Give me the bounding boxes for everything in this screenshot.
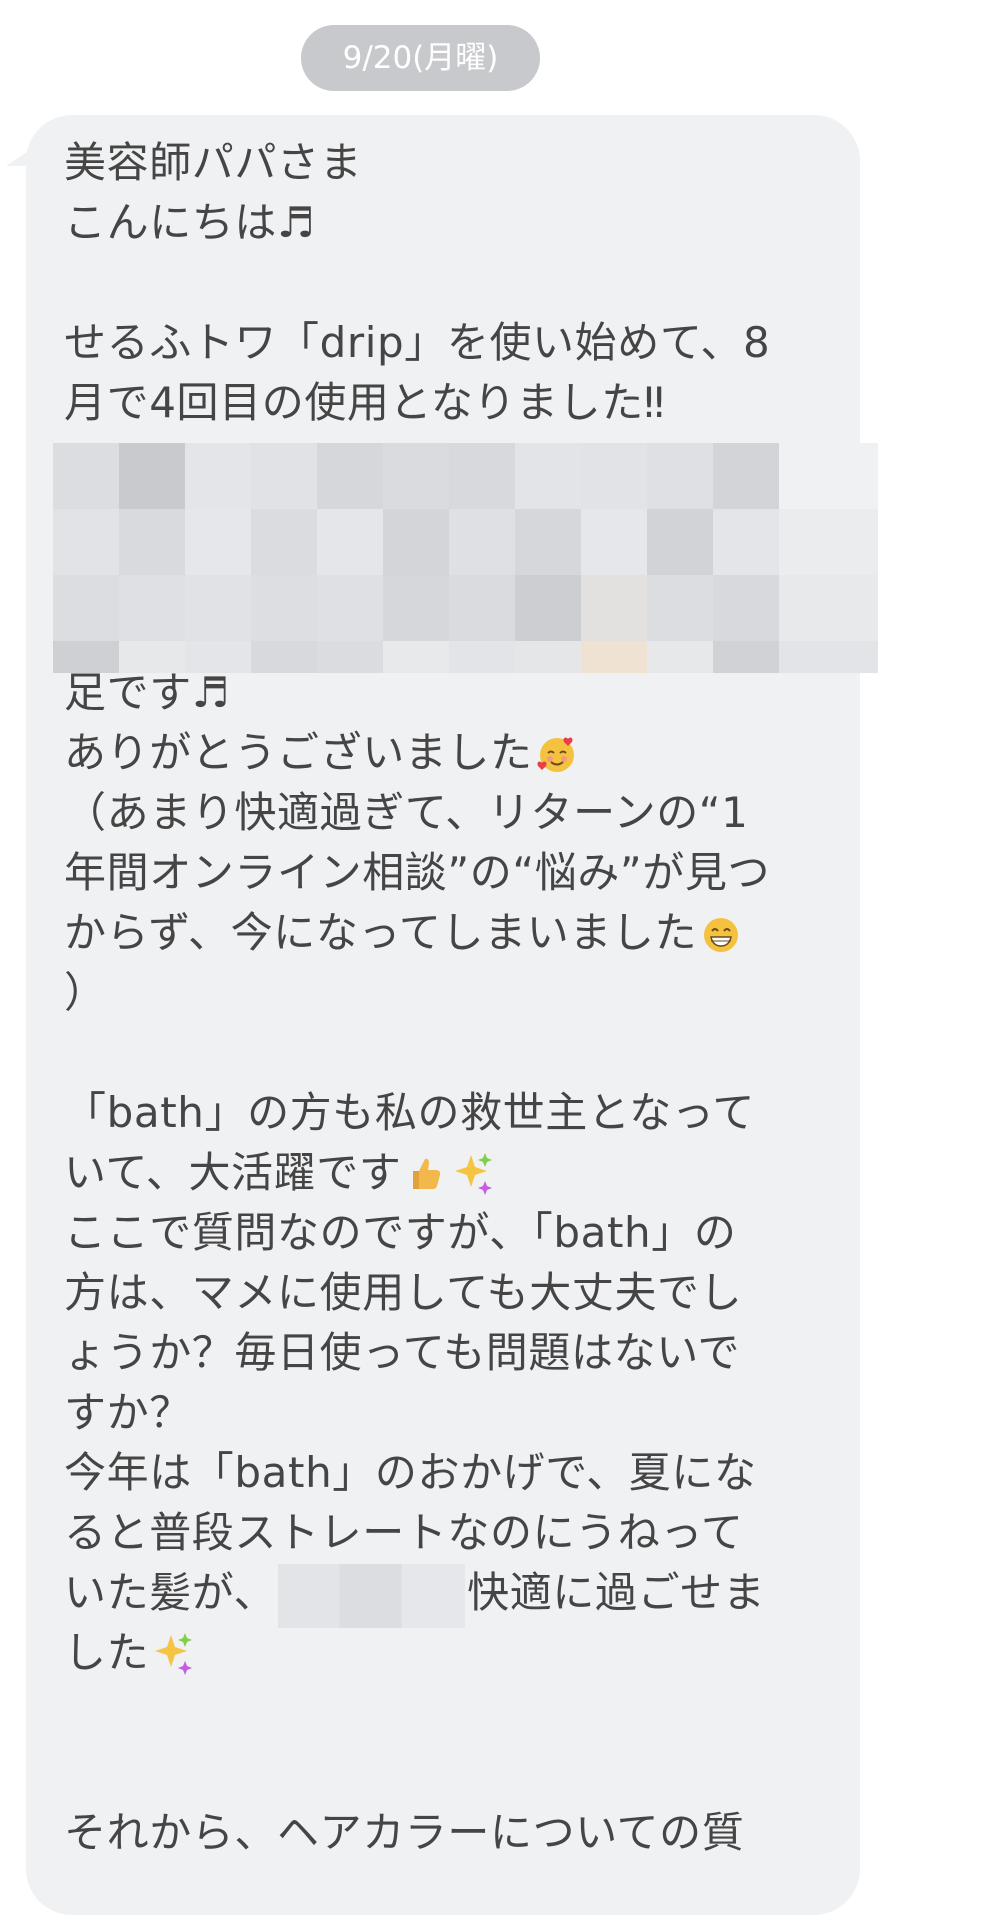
mosaic-tile (185, 443, 251, 509)
mosaic-tile (119, 641, 185, 673)
mosaic-tile (515, 443, 581, 509)
message-line: ると普段ストレートなのにうねって (64, 1508, 744, 1557)
mosaic-tile (251, 509, 317, 575)
mosaic-tile (449, 509, 515, 575)
mosaic-tile (317, 575, 383, 641)
mosaic-tile (515, 509, 581, 575)
sparkles-icon (455, 1153, 493, 1195)
message-line-text: 快適に過ごせま (467, 1568, 766, 1617)
message-line-text: した (64, 1628, 150, 1677)
message-line: ょうか？毎日使っても問題はないで (64, 1328, 741, 1377)
message-line-with-emoji: からず、今になってしまいました (64, 903, 814, 963)
message-line: 美容師パパさま (64, 138, 363, 187)
mosaic-tile (383, 575, 449, 641)
mosaic-tile (53, 509, 119, 575)
mosaic-tile (449, 641, 515, 673)
grinning-face-icon (704, 918, 739, 952)
mosaic-tile (317, 641, 383, 673)
thumbs-up-icon (413, 1158, 441, 1189)
message-line: こんにちは♬ (64, 198, 316, 247)
mosaic-tile (647, 509, 713, 575)
mosaic-tile (383, 509, 449, 575)
mosaic-tile (383, 443, 449, 509)
mosaic-tile (713, 509, 779, 575)
mosaic-tile (449, 443, 515, 509)
message-line-with-emoji: ありがとうございました (64, 723, 814, 783)
message-line-text: いて、大活躍です (64, 1148, 402, 1197)
message-line: 今年は「bath」のおかげで、夏にな (64, 1448, 757, 1497)
mosaic-tile (515, 575, 581, 641)
mosaic-tile (119, 443, 185, 509)
mosaic-tile (185, 641, 251, 673)
mosaic-tile (581, 509, 647, 575)
mosaic-tile (317, 509, 383, 575)
message-line: ） (64, 968, 107, 1017)
mosaic-tile (647, 575, 713, 641)
mosaic-tile (53, 443, 119, 509)
message-line: それから、ヘアカラーについての質 (64, 1808, 745, 1857)
message-line: 年間オンライン相談”の“悩み”が見つ (64, 848, 771, 897)
bubble-tail (6, 150, 30, 166)
mosaic-tile (647, 443, 713, 509)
mosaic-tile (251, 641, 317, 673)
mosaic-tile (449, 575, 515, 641)
message-line: 方は、マメに使用しても大丈夫でし (64, 1268, 743, 1317)
mosaic-tile (713, 575, 779, 641)
smiling-face-with-hearts-icon (537, 737, 574, 772)
mosaic-tile (119, 509, 185, 575)
redacted-text (278, 1563, 466, 1628)
redacted-image-mosaic (53, 443, 878, 673)
message-line: すか？ (64, 1388, 192, 1437)
mosaic-tile (581, 575, 647, 641)
mosaic-tile (581, 443, 647, 509)
mosaic-tile (713, 641, 779, 673)
mosaic-tile (647, 641, 713, 673)
mosaic-tile (515, 641, 581, 673)
mosaic-tile (185, 509, 251, 575)
mosaic-tile (317, 443, 383, 509)
message-line: 「bath」の方も私の救世主となって (64, 1088, 755, 1137)
message-line: （あまり快適過ぎて、リターンの“1 (64, 788, 749, 837)
message-line-with-emoji: いて、大活躍です (64, 1143, 814, 1203)
mosaic-tile (779, 575, 878, 641)
message-line: ここで質問なのですが、「bath」の (64, 1208, 737, 1257)
message-line: 月で4回目の使用となりました‼ (64, 378, 665, 427)
message-line-with-emoji: した (64, 1623, 814, 1683)
message-line-text: からず、今になってしまいました (64, 908, 698, 957)
message-text: 美容師パパさま こんにちは♬ せるふトワ「drip」を使い始めて、8 月で4回目… (64, 133, 814, 1863)
mosaic-tile (53, 641, 119, 673)
mosaic-tile (185, 575, 251, 641)
mosaic-tile (119, 575, 185, 641)
mosaic-tile (251, 575, 317, 641)
message-line-text: いた髪が、 (64, 1568, 277, 1617)
mosaic-tile (383, 641, 449, 673)
sparkles-icon (155, 1633, 193, 1675)
message-line: せるふトワ「drip」を使い始めて、8 (64, 318, 771, 367)
mosaic-tile (251, 443, 317, 509)
mosaic-tile (779, 509, 878, 575)
message-line-text: ありがとうございました (64, 728, 533, 777)
mosaic-tile (53, 575, 119, 641)
date-separator: 9/20(月曜) (301, 25, 540, 91)
message-line-with-redaction: いた髪が、 快適に過ごせま (64, 1563, 814, 1628)
mosaic-tile (779, 443, 878, 509)
mosaic-tile (779, 641, 878, 673)
mosaic-tile (581, 641, 647, 673)
mosaic-tile (713, 443, 779, 509)
